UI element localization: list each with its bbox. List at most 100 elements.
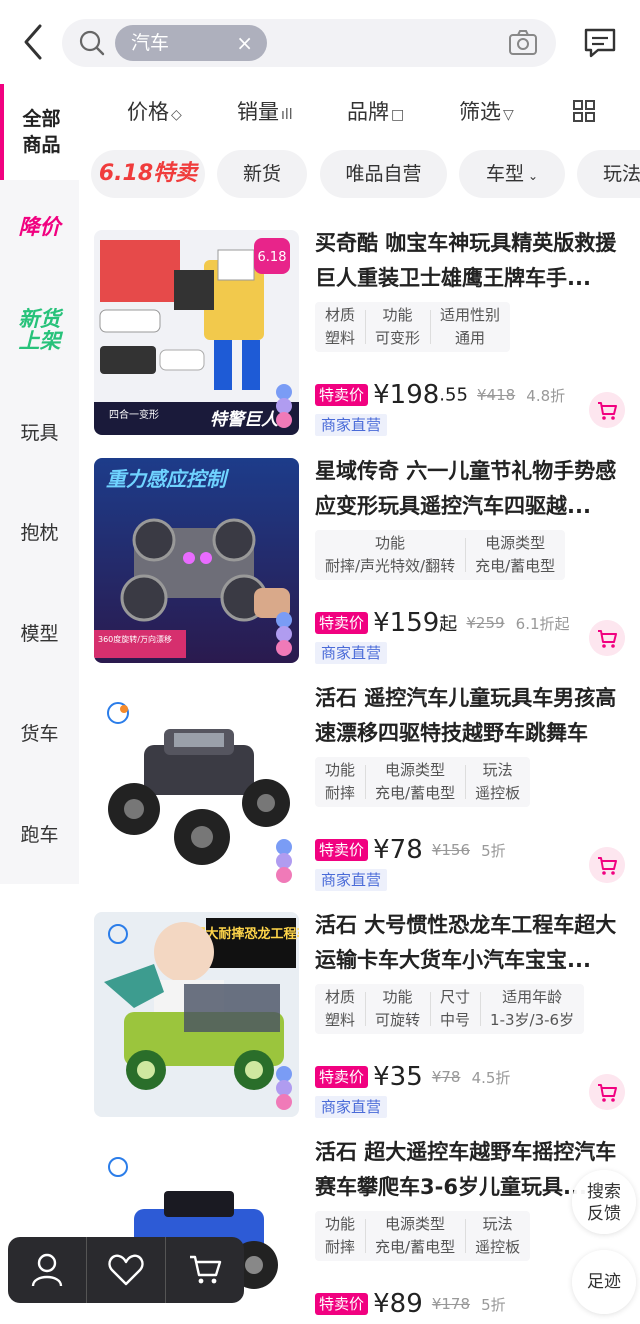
- sidebar-item-label: 抱枕: [20, 522, 59, 544]
- product-card[interactable]: 活石 遥控汽车儿童玩具车男孩高速漂移四驱特技越野车跳舞车 功能 耐摔 电源类型 充电…: [79, 675, 640, 903]
- tag-label: 玩法: [602, 163, 640, 185]
- sale-price-badge: 特卖价: [315, 839, 369, 861]
- sale-price-badge: 特卖价: [315, 384, 369, 406]
- tag-car-type[interactable]: 车型 ⌄: [459, 150, 565, 198]
- sale-price: ¥198: [373, 380, 440, 410]
- heart-icon: [108, 1254, 144, 1286]
- product-card[interactable]: 重力感应控制 360度旋转/万向漂移 星域传奇 六一儿童节礼物手势感应变形玩具遥…: [79, 448, 640, 676]
- product-card[interactable]: 超大耐摔恐龙工程车 活石 大号惯性恐龙车工程车超大运输卡车大货车小汽车宝宝...…: [79, 902, 640, 1130]
- product-title[interactable]: 活石 大号惯性恐龙车工程车超大运输卡车大货车小汽车宝宝...: [315, 908, 625, 978]
- filter-icon: ▽: [503, 107, 514, 123]
- product-card[interactable]: 6.18 四合一变形 特警巨人 买奇酷 咖宝车神玩具精英版救援巨人重装卫士雄鹰王…: [79, 220, 640, 448]
- spec-item: 电源类型 充电/蓄电型: [465, 530, 565, 580]
- sort-sales[interactable]: 销量 ıll: [237, 96, 293, 126]
- product-image[interactable]: 超大耐摔恐龙工程车: [94, 912, 299, 1117]
- product-image[interactable]: 6.18 四合一变形 特警巨人: [94, 230, 299, 435]
- sort-bar: 价格 ◇ 销量 ıll 品牌 □ 筛选 ▽: [79, 84, 640, 140]
- product-title[interactable]: 活石 遥控汽车儿童玩具车男孩高速漂移四驱特技越野车跳舞车: [315, 681, 625, 751]
- discount-label: 5折: [481, 841, 506, 860]
- sort-price-label: 价格: [127, 100, 169, 124]
- spec-item: 材质 塑料: [325, 306, 356, 347]
- image-caption: 360度旋转/万向漂移: [98, 634, 172, 644]
- product-image[interactable]: 重力感应控制 360度旋转/万向漂移: [94, 458, 299, 663]
- sidebar-item-label: 货车: [20, 723, 59, 745]
- search-keyword-label: 汽车: [131, 32, 170, 54]
- svg-text:6.18: 6.18: [258, 250, 287, 265]
- product-specs: 材质 塑料 功能 可旋转 尺寸 中号 适用年龄 1-3岁/3-6岁: [315, 984, 585, 1034]
- back-arrow-icon[interactable]: [18, 22, 48, 62]
- cart-icon: [190, 1255, 222, 1284]
- sort-filter-label: 筛选: [459, 100, 501, 124]
- sidebar-item-models[interactable]: 模型: [0, 619, 79, 646]
- price-row: 特卖价 ¥159起 ¥259 6.1折起: [315, 608, 570, 638]
- grid-view-icon[interactable]: [573, 100, 595, 122]
- sidebar-item-trucks[interactable]: 货车: [0, 719, 79, 746]
- original-price: ¥78: [431, 1068, 461, 1086]
- discount-label: 5折: [481, 1295, 506, 1314]
- product-image[interactable]: [94, 685, 299, 890]
- image-headline: 特警巨人: [210, 410, 279, 430]
- search-feedback-button[interactable]: 搜索反馈: [572, 1170, 636, 1234]
- cart-button[interactable]: [165, 1237, 244, 1303]
- original-price: ¥178: [431, 1295, 471, 1313]
- favorites-button[interactable]: [86, 1237, 165, 1303]
- add-to-cart-icon[interactable]: [589, 1074, 625, 1110]
- sale-price-suffix: 起: [439, 614, 458, 635]
- image-caption: 四合一变形: [109, 408, 159, 421]
- add-to-cart-icon[interactable]: [589, 392, 625, 428]
- message-icon[interactable]: [582, 26, 618, 60]
- sidebar-item-sports-cars[interactable]: 跑车: [0, 820, 79, 847]
- search-keyword-chip[interactable]: 汽车 ×: [115, 25, 267, 61]
- sort-filter[interactable]: 筛选 ▽: [459, 96, 514, 126]
- price-row: 特卖价 ¥35 ¥78 4.5折: [315, 1062, 510, 1092]
- sidebar-item-price-drop[interactable]: 降价: [0, 216, 79, 238]
- profile-button[interactable]: [8, 1237, 86, 1303]
- product-title[interactable]: 星域传奇 六一儿童节礼物手势感应变形玩具遥控汽车四驱越...: [315, 454, 625, 524]
- sale-price-decimal: .55: [439, 384, 468, 406]
- footprint-button[interactable]: 足迹: [572, 1250, 636, 1314]
- store-badge: 商家直营: [315, 1096, 388, 1118]
- tag-new[interactable]: 新货: [217, 150, 307, 198]
- spec-item: 玩法 遥控板: [465, 1211, 530, 1261]
- sidebar-item-new-arrivals[interactable]: 新货上架: [0, 308, 79, 352]
- sidebar-item-all[interactable]: 全部商品: [0, 84, 79, 180]
- tag-play-mode[interactable]: 玩法: [577, 150, 640, 198]
- tag-label: 6.18特卖: [98, 161, 198, 186]
- price-row: 特卖价 ¥89 ¥178 5折: [315, 1289, 506, 1319]
- search-bar[interactable]: 汽车 ×: [62, 19, 556, 67]
- product-specs: 功能 耐摔 电源类型 充电/蓄电型 玩法 遥控板: [315, 757, 531, 807]
- product-specs: 功能 耐摔 电源类型 充电/蓄电型 玩法 遥控板: [315, 1211, 531, 1261]
- bottom-quick-bar: [8, 1237, 244, 1303]
- checkbox-icon: □: [391, 107, 405, 123]
- sidebar-item-pillows[interactable]: 抱枕: [0, 518, 79, 545]
- sort-brand-label: 品牌: [347, 100, 389, 124]
- clear-keyword-icon[interactable]: ×: [236, 25, 253, 61]
- sale-price: ¥159: [373, 608, 440, 638]
- spec-item: 玩法 遥控板: [465, 757, 530, 807]
- spec-item: 材质 塑料: [325, 988, 356, 1029]
- sidebar-item-toys[interactable]: 玩具: [0, 418, 79, 445]
- sort-price[interactable]: 价格 ◇: [127, 96, 182, 126]
- color-dots-icon: [276, 384, 292, 428]
- add-to-cart-icon[interactable]: [589, 620, 625, 656]
- spec-item: 功能 可变形: [365, 302, 430, 352]
- sort-brand[interactable]: 品牌 □: [347, 96, 404, 126]
- search-feedback-label: 搜索反馈: [587, 1182, 621, 1224]
- tag-618-sale[interactable]: 6.18特卖: [91, 150, 205, 198]
- original-price: ¥156: [431, 841, 471, 859]
- color-dots-icon: [276, 1066, 292, 1110]
- tag-vip-self-operated[interactable]: 唯品自营: [320, 150, 447, 198]
- camera-search-icon[interactable]: [508, 29, 538, 57]
- sale-price: ¥35: [373, 1062, 423, 1092]
- add-to-cart-icon[interactable]: [589, 847, 625, 883]
- footprint-label: 足迹: [587, 1272, 621, 1292]
- store-badge: 商家直营: [315, 414, 388, 436]
- user-icon: [31, 1253, 63, 1287]
- sidebar-item-label: 降价: [18, 215, 61, 239]
- tag-label: 唯品自营: [345, 163, 422, 185]
- product-title[interactable]: 买奇酷 咖宝车神玩具精英版救援巨人重装卫士雄鹰王牌车手...: [315, 226, 625, 296]
- bar-chart-icon: ıll: [281, 107, 293, 123]
- sale-price: ¥78: [373, 835, 423, 865]
- spec-item: 适用年龄 1-3岁/3-6岁: [480, 984, 584, 1034]
- sidebar-item-label: 全部商品: [22, 108, 61, 156]
